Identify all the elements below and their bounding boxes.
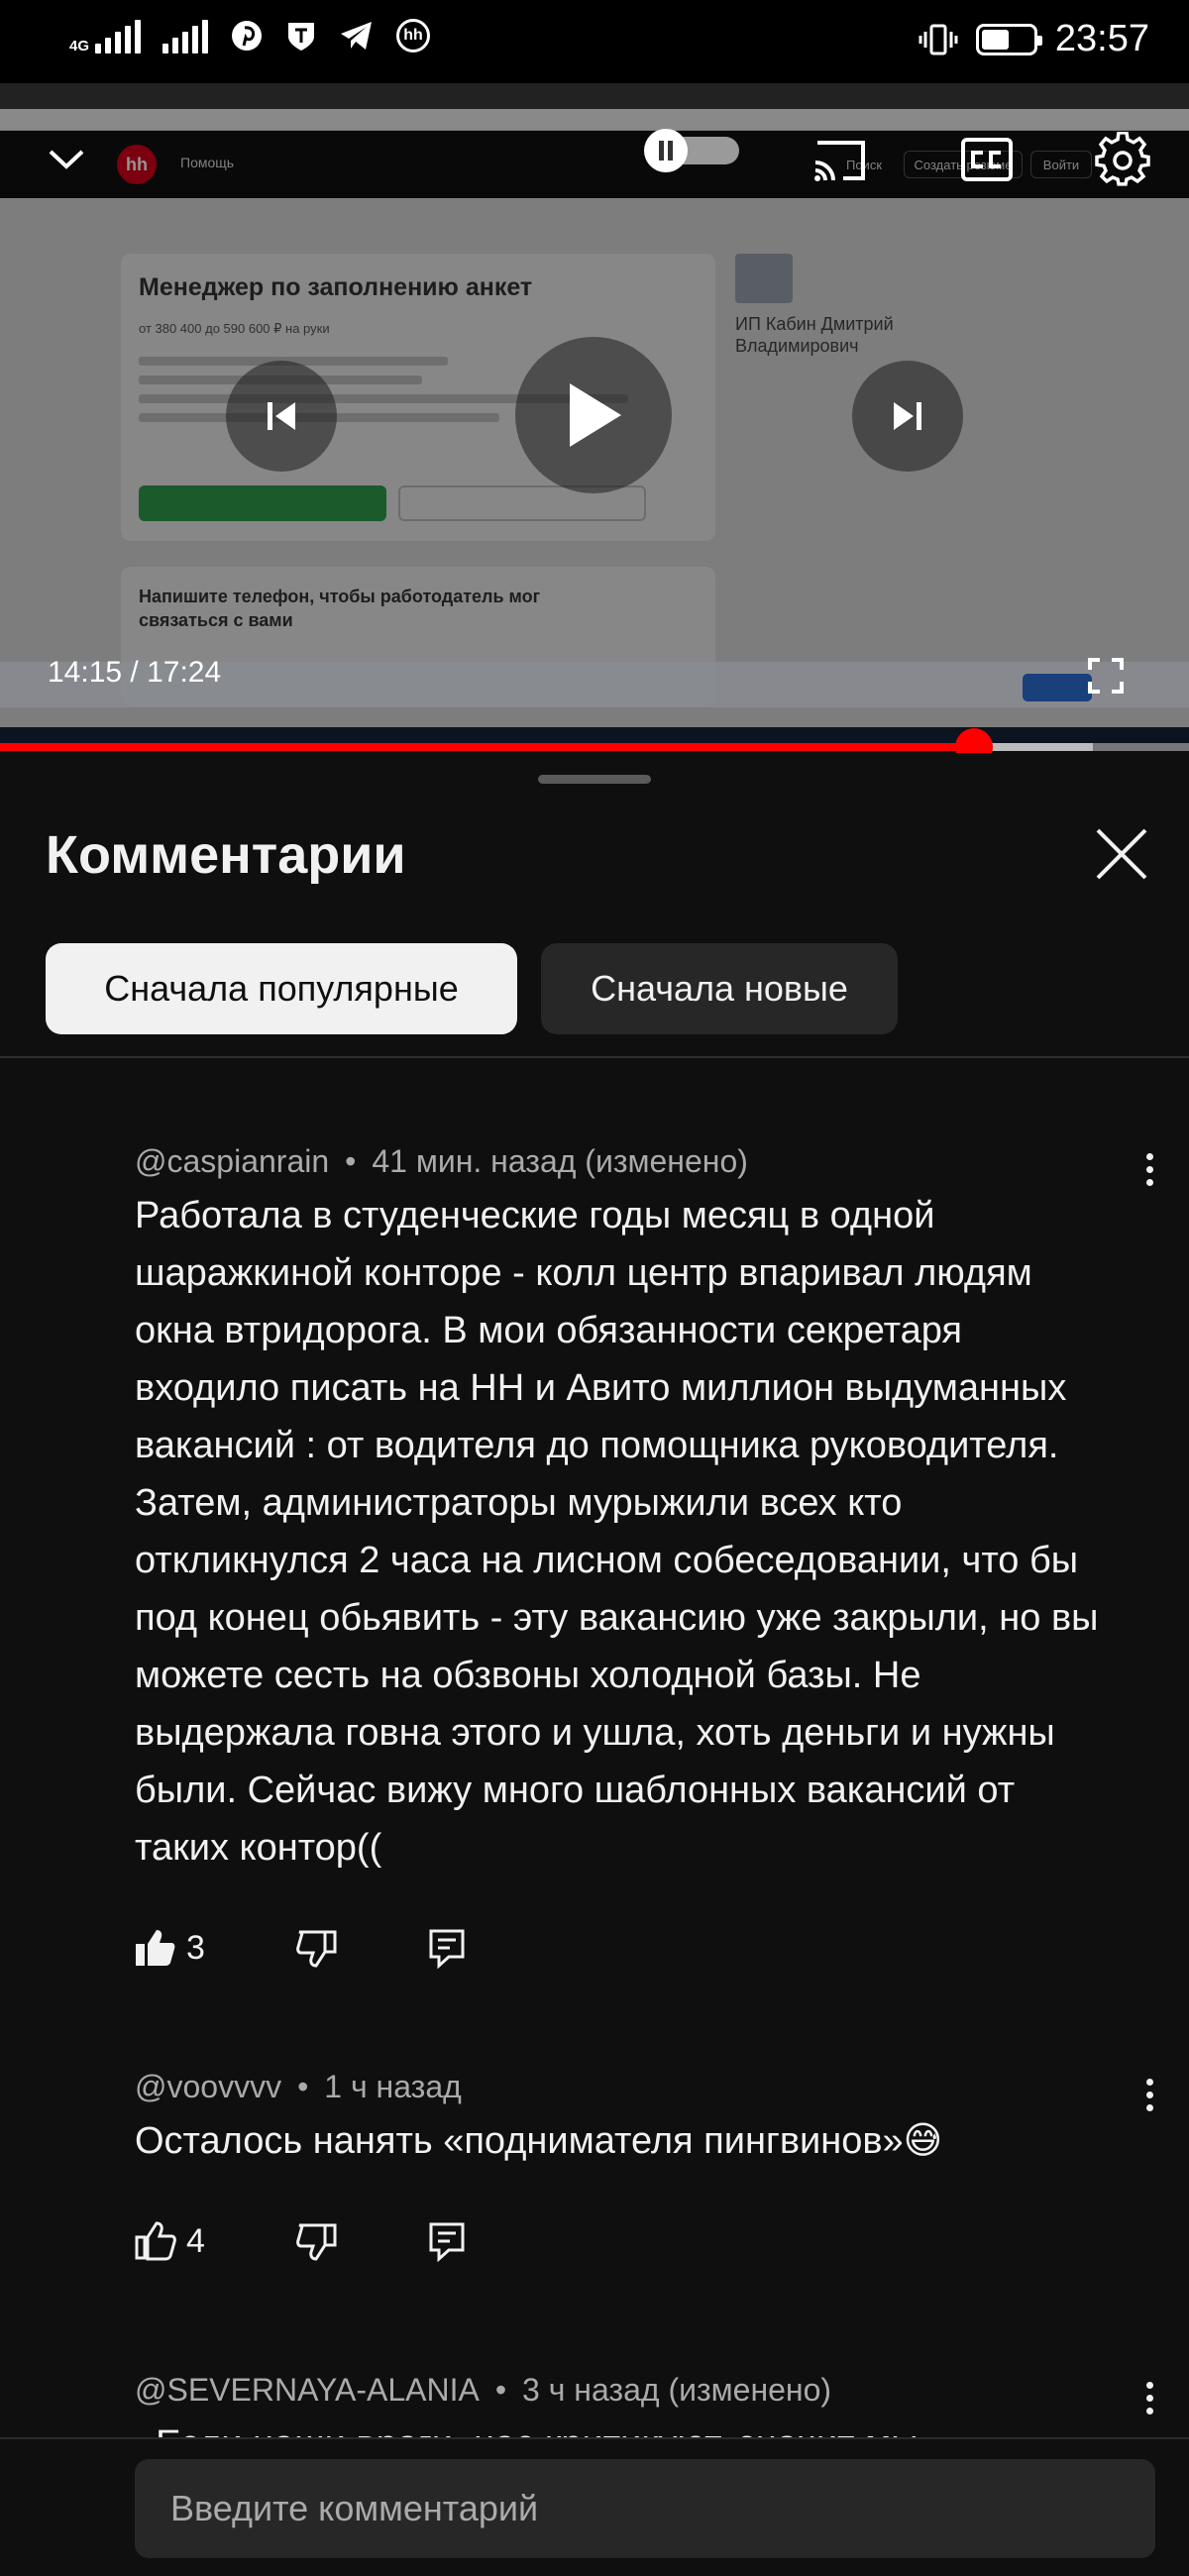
sort-chip-popular[interactable]: Сначала популярные <box>46 943 517 1034</box>
sort-chip-newest[interactable]: Сначала новые <box>541 943 898 1034</box>
comment-author[interactable]: @SEVERNAYA-ALANIA <box>135 2372 480 2408</box>
comments-list[interactable]: @caspianrain • 41 мин. назад (изменено) Ра… <box>0 1139 1189 2437</box>
next-video-button[interactable] <box>852 361 963 472</box>
network-type: 4G <box>69 38 90 54</box>
comment-text: Работала в студенческие годы месяц в одн… <box>135 1195 1099 1869</box>
autoplay-toggle[interactable] <box>634 127 743 174</box>
reply-button[interactable] <box>427 2220 467 2262</box>
previous-video-button[interactable] <box>226 361 337 472</box>
like-button[interactable]: 3 <box>135 1928 205 1968</box>
cast-icon[interactable] <box>811 135 870 186</box>
comment-item: @voovvvv • 1 ч назад Осталось нанять «подн… <box>0 2065 1189 2273</box>
more-options-icon[interactable] <box>1128 1147 1171 1191</box>
shield-app-icon <box>288 23 315 51</box>
video-player[interactable]: hh Помощь Поиск Создать резюме Войти Мен… <box>0 83 1189 747</box>
divider <box>0 1056 1189 1058</box>
mobile-signal-icon: 4G <box>69 18 142 54</box>
more-options-icon[interactable] <box>1128 2073 1171 2116</box>
progress-played <box>0 743 974 751</box>
vibrate-icon <box>919 24 958 54</box>
comment-text: «Если наши враги, нас критикуют, значит … <box>135 2415 1100 2437</box>
battery-icon <box>975 23 1042 55</box>
like-count: 4 <box>186 2221 205 2260</box>
video-progress-bar[interactable] <box>0 728 1189 766</box>
telegram-icon <box>341 22 373 50</box>
play-button[interactable] <box>515 337 672 493</box>
reply-button[interactable] <box>427 1927 467 1969</box>
comment-time: 1 ч назад <box>324 2069 462 2104</box>
comment-item: @SEVERNAYA-ALANIA•3 ч назад (изменено) «… <box>0 2368 1189 2437</box>
like-button[interactable]: 4 <box>135 2221 205 2261</box>
comment-input-bar: Введите комментарий <box>0 2437 1189 2576</box>
duration: 17:24 <box>147 656 222 689</box>
comment-time: 41 мин. назад (изменено) <box>372 1143 748 1179</box>
current-time: 14:15 <box>48 656 123 689</box>
like-count: 3 <box>186 1928 205 1967</box>
comment-input[interactable]: Введите комментарий <box>135 2459 1155 2558</box>
comment-item: @caspianrain • 41 мин. назад (изменено) Ра… <box>0 1139 1189 1980</box>
video-time: 14:15 / 17:24 <box>48 656 221 690</box>
thumbs-up-icon <box>135 2221 176 2261</box>
clock: 23:57 <box>1054 18 1149 59</box>
comment-meta: @voovvvv • 1 ч назад <box>135 2069 462 2104</box>
comment-time: 3 ч назад (изменено) <box>522 2372 832 2408</box>
comments-sheet: Комментарии Сначала популярные Сначала н… <box>0 753 1189 2576</box>
captions-icon[interactable] <box>959 135 1015 184</box>
reply-icon <box>429 1929 465 1969</box>
drag-handle[interactable] <box>538 775 651 784</box>
comment-text: Осталось нанять «поднимателя пингвинов»😅 <box>135 2120 943 2162</box>
fullscreen-icon[interactable] <box>1086 656 1126 696</box>
comments-title: Комментарии <box>46 825 406 885</box>
comment-meta: @SEVERNAYA-ALANIA • 3 ч назад (изменено) <box>135 2372 832 2408</box>
comment-author[interactable]: @voovvvv <box>135 2069 281 2104</box>
pinterest-icon <box>232 21 263 51</box>
second-signal-icon <box>162 18 209 54</box>
dislike-button[interactable] <box>296 1928 338 1968</box>
status-bar: 4G hh 23:57 <box>0 0 1189 83</box>
time-separator: / <box>122 656 148 689</box>
settings-gear-icon[interactable] <box>1094 131 1151 188</box>
reply-icon <box>429 2222 465 2262</box>
comment-meta: @caspianrain • 41 мин. назад (изменено) <box>135 1143 748 1179</box>
close-icon[interactable] <box>1090 822 1153 886</box>
dislike-button[interactable] <box>296 2221 338 2261</box>
thumbs-down-icon <box>296 1930 337 1968</box>
thumbs-down-icon <box>296 2223 337 2261</box>
hh-app-icon: hh <box>396 19 431 53</box>
thumbs-up-filled-icon <box>136 1930 175 1966</box>
collapse-chevron-icon[interactable] <box>44 137 89 182</box>
more-options-icon[interactable] <box>1128 2376 1171 2419</box>
comment-author[interactable]: @caspianrain <box>135 1143 329 1179</box>
